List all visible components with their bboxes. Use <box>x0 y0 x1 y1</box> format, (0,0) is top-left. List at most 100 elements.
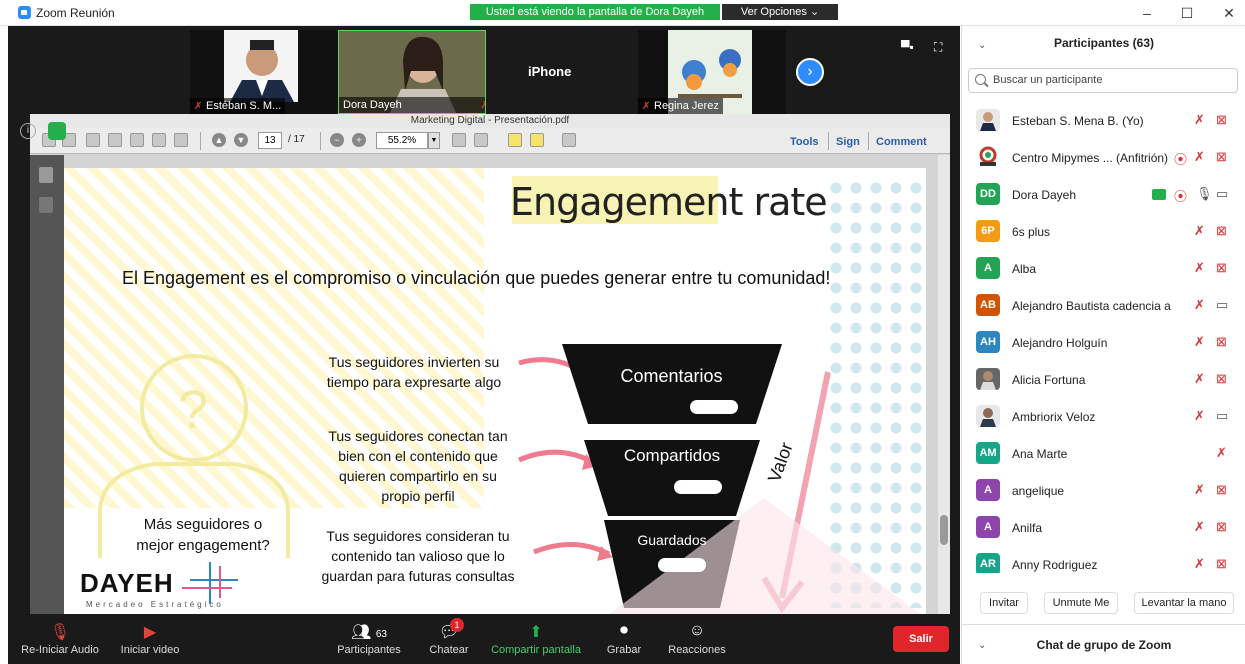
video-off-icon: ⊠ <box>1216 260 1227 275</box>
unmute-me-button[interactable]: Unmute Me <box>1044 592 1118 614</box>
invite-button[interactable]: Invitar <box>980 592 1028 614</box>
expand-icon[interactable] <box>562 133 576 147</box>
audio-button[interactable]: 🎙︎ Re-Iniciar Audio <box>16 618 104 662</box>
mic-muted-icon[interactable]: ✗ <box>1194 223 1205 239</box>
panel-title: Participantes (63) <box>1053 36 1155 50</box>
save-icon[interactable] <box>130 133 144 147</box>
arrows-and-funnel <box>518 344 926 618</box>
prev-page-icon[interactable]: ▲ <box>212 133 226 147</box>
mic-muted-icon[interactable]: ✗ <box>1194 112 1205 128</box>
participant-row[interactable]: Centro Mipymes ... (Anfitrión) ⦿ ✗ ⊠ <box>962 138 1245 175</box>
avatar <box>976 368 1000 390</box>
mic-muted-icon[interactable]: ✗ <box>1194 260 1205 276</box>
avatar: A <box>976 479 1000 501</box>
video-tile-regina[interactable]: ✗ Regina Jerez <box>638 30 786 114</box>
participant-row[interactable]: 6P 6s plus ✗ ⊠ <box>962 212 1245 249</box>
zoom-out-icon[interactable]: − <box>330 133 344 147</box>
mic-muted-icon[interactable]: ✗ <box>1194 149 1205 165</box>
participant-row[interactable]: Alicia Fortuna ✗ ⊠ <box>962 360 1245 397</box>
attachments-icon[interactable] <box>39 197 53 213</box>
fullscreen-icon[interactable]: ⛶ <box>934 40 942 55</box>
highlight-icon[interactable] <box>530 133 544 147</box>
chat-button[interactable]: 💬︎ Chatear <box>424 618 474 662</box>
zoom-dropdown-icon[interactable]: ▼ <box>428 132 440 149</box>
participant-name: Esteban S. Mena B. (Yo) <box>1012 114 1144 128</box>
pdf-scrollbar[interactable] <box>938 155 950 618</box>
scroll-thumb[interactable] <box>940 515 948 545</box>
maximize-button[interactable]: ☐ <box>1172 4 1202 22</box>
fit-width-icon[interactable] <box>474 133 488 147</box>
raise-hand-button[interactable]: Levantar la mano <box>1134 592 1234 614</box>
security-shield-icon[interactable] <box>48 122 66 140</box>
minimize-button[interactable]: – <box>1132 4 1162 22</box>
participant-row[interactable]: DD Dora Dayeh ⦿ 🎙︎ ▭ <box>962 175 1245 212</box>
participant-search-input[interactable]: Buscar un participante <box>968 68 1238 93</box>
video-tile-esteban[interactable]: ✗ Estéban S. M... <box>190 30 338 114</box>
participant-name: Ana Marte <box>1012 447 1068 461</box>
participant-row[interactable]: Ambriorix Veloz ✗ ▭ <box>962 397 1245 434</box>
info-icon[interactable]: i <box>20 123 36 139</box>
participant-name: Alba <box>1012 262 1037 276</box>
participant-row[interactable]: AH Alejandro Holguín ✗ ⊠ <box>962 323 1245 360</box>
sharing-screen-icon <box>1152 188 1166 203</box>
mic-muted-icon[interactable]: ✗ <box>1194 556 1205 572</box>
funnel-label-comments: Comentarios <box>620 366 723 386</box>
participants-button[interactable]: 👥︎ 63 Participantes <box>334 618 404 662</box>
record-button[interactable]: ⏺︎ Grabar <box>602 618 646 662</box>
sign-button[interactable]: Sign <box>836 136 860 148</box>
upload-icon[interactable] <box>108 133 122 147</box>
page-number-input[interactable]: 13 <box>258 132 282 149</box>
next-page-icon[interactable]: ▼ <box>234 133 248 147</box>
exit-button[interactable]: Salir <box>893 626 949 652</box>
mic-muted-icon[interactable]: ✗ <box>1194 334 1205 350</box>
participant-name: Anny Rodriguez <box>1012 558 1098 572</box>
avatar: AR <box>976 553 1000 573</box>
edit-icon[interactable] <box>86 133 100 147</box>
avatar <box>976 405 1000 427</box>
mic-muted-icon[interactable]: ✗ <box>1194 519 1205 535</box>
participant-row[interactable]: Esteban S. Mena B. (Yo) ✗ ⊠ <box>962 101 1245 138</box>
tools-button[interactable]: Tools <box>790 136 819 148</box>
reactions-button[interactable]: ☺︎ Reacciones <box>664 618 730 662</box>
close-button[interactable]: ✕ <box>1214 4 1244 22</box>
record-icon: ⏺︎ <box>619 622 628 639</box>
participant-row[interactable]: A angelique ✗ ⊠ <box>962 471 1245 508</box>
participant-row[interactable]: AB Alejandro Bautista cadencia a ✗ ▭ <box>962 286 1245 323</box>
print-icon[interactable] <box>152 133 166 147</box>
participant-row[interactable]: AR Anny Rodriguez ✗ ⊠ <box>962 545 1245 573</box>
fit-page-icon[interactable] <box>452 133 466 147</box>
zoom-in-icon[interactable]: + <box>352 133 366 147</box>
view-options-button[interactable]: Ver Opciones ⌄ <box>722 4 838 20</box>
reaction-icon: ☺︎ <box>688 622 706 639</box>
video-off-icon: ⊠ <box>1216 556 1227 571</box>
comment-button[interactable]: Comment <box>876 136 927 148</box>
video-button[interactable]: ▶︎ Iniciar video <box>112 618 188 662</box>
next-videos-button[interactable]: › <box>796 58 824 86</box>
mic-muted-icon[interactable]: ✗ <box>1194 371 1205 387</box>
participant-row[interactable]: AM Ana Marte ✗ <box>962 434 1245 471</box>
chat-unread-badge: 1 <box>450 618 464 632</box>
meeting-controls: 🎙︎ Re-Iniciar Audio ▶︎ Iniciar video 👥︎ … <box>8 614 960 664</box>
sticky-note-icon[interactable] <box>508 133 522 147</box>
video-off-icon: ▶︎ <box>143 624 157 641</box>
participant-name: angelique <box>1012 484 1065 498</box>
participant-row[interactable]: A Anilfa ✗ ⊠ <box>962 508 1245 545</box>
mic-muted-icon[interactable]: ✗ <box>1194 297 1205 313</box>
mic-muted-icon[interactable]: ✗ <box>1194 482 1205 498</box>
share-screen-button[interactable]: ⬆︎ Compartir pantalla <box>484 618 588 662</box>
video-on-icon: ▭ <box>1216 186 1229 201</box>
zoom-app-icon <box>18 6 31 19</box>
email-icon[interactable] <box>174 133 188 147</box>
mic-muted-icon: 🎙︎ <box>49 624 71 641</box>
zoom-level-input[interactable]: 55.2% <box>376 132 428 149</box>
participants-icon: 👥︎ 63 <box>351 624 387 641</box>
pages-panel-icon[interactable] <box>39 167 53 183</box>
participant-row[interactable]: A Alba ✗ ⊠ <box>962 249 1245 286</box>
gallery-view-icon[interactable]: ▀▪ <box>901 40 914 54</box>
mic-on-icon[interactable]: 🎙︎ <box>1196 186 1213 202</box>
participant-name: Alejandro Bautista cadencia a <box>1012 299 1171 313</box>
mic-muted-icon[interactable]: ✗ <box>1216 445 1227 461</box>
video-tile-dora[interactable]: Dora Dayeh ✗ <box>338 30 486 114</box>
avatar: DD <box>976 183 1000 205</box>
mic-muted-icon[interactable]: ✗ <box>1194 408 1205 424</box>
